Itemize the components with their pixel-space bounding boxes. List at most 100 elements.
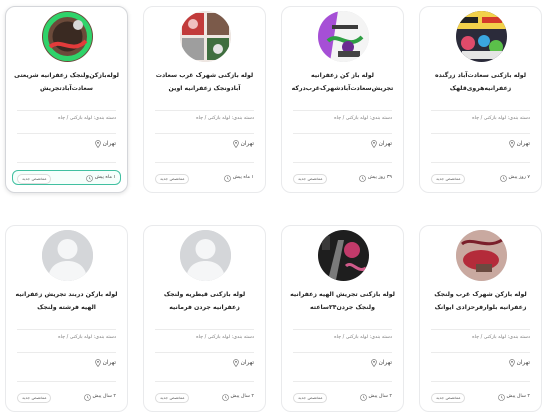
city-label: تهران: [240, 141, 254, 147]
new-specialist-badge: متخصص جدید: [17, 393, 52, 403]
provider-card[interactable]: لوله بازکن دربند تجریش زعفرانیه الهیه فر…: [5, 225, 128, 412]
provider-card[interactable]: لوله بازکنی سعادت‌آباد زرگنده زعفرانیه‌ه…: [419, 6, 542, 193]
divider: [293, 110, 392, 111]
city: تهران: [232, 359, 254, 367]
posted-time-label: ۲ سال پیش: [92, 394, 117, 399]
card-footer: متخصص جدید ۱ ماه پیش: [150, 170, 259, 185]
city-label: تهران: [516, 141, 530, 147]
provider-title[interactable]: لوله بازکن شهرک غرب ولنجک زعفرانیه بلوار…: [426, 288, 535, 324]
clock-icon: [83, 393, 91, 401]
divider: [293, 352, 392, 353]
divider: [431, 162, 530, 163]
card-footer: متخصص جدید ۱ ماه پیش: [12, 170, 121, 185]
provider-title[interactable]: لوله بازکنی شهرک غرب سعادت آبادونجک زعفر…: [150, 69, 259, 105]
location-pin-icon: [508, 140, 515, 148]
location-pin-icon: [232, 140, 239, 148]
city-label: تهران: [516, 360, 530, 366]
card-footer: متخصص جدید ۲ سال پیش: [426, 389, 535, 404]
city: تهران: [508, 359, 530, 367]
provider-title[interactable]: لوله بازکنی تجریش الهیه زعفرانیه ولنجک ج…: [288, 288, 397, 324]
new-specialist-badge: متخصص جدید: [293, 393, 328, 403]
provider-photo: [318, 230, 369, 281]
divider: [155, 352, 254, 353]
posted-time: ۲ سال پیش: [83, 393, 117, 401]
divider: [17, 329, 116, 330]
provider-photo: [42, 11, 93, 62]
clock-icon: [497, 393, 505, 401]
new-specialist-badge: متخصص جدید: [293, 174, 328, 184]
provider-title[interactable]: لوله بازکنی قیطریه ولنجک زعفرانیه جردن ف…: [150, 288, 259, 324]
clock-icon: [224, 174, 231, 182]
provider-card[interactable]: لوله بازکنی قیطریه ولنجک زعفرانیه جردن ف…: [143, 225, 266, 412]
location-pin-icon: [94, 359, 101, 367]
posted-time: ۲ سال پیش: [359, 393, 393, 401]
posted-time: ۲ سال پیش: [221, 393, 255, 401]
category-label: دسته بندی: لوله بازکنی / چاه: [58, 116, 116, 121]
posted-time: ۲ سال پیش: [497, 393, 531, 401]
provider-title[interactable]: لوله بازکنی سعادت‌آباد زرگنده زعفرانیه‌ه…: [426, 69, 535, 105]
provider-title[interactable]: لوله‌بازکن‌ولنجک زعفرانیه شریعتی سعادت‌آ…: [12, 69, 121, 105]
city-label: تهران: [102, 141, 116, 147]
city-label: تهران: [378, 141, 392, 147]
clock-icon: [359, 393, 367, 401]
provider-card[interactable]: لوله‌بازکن‌ولنجک زعفرانیه شریعتی سعادت‌آ…: [5, 6, 128, 193]
new-specialist-badge: متخصص جدید: [155, 393, 190, 403]
card-footer: متخصص جدید ۲ سال پیش: [12, 389, 121, 404]
posted-time-label: ۲ سال پیش: [506, 394, 531, 399]
posted-time-label: ۲ سال پیش: [368, 394, 393, 399]
city: تهران: [94, 359, 116, 367]
location-pin-icon: [94, 140, 101, 148]
provider-card[interactable]: لوله بازکنی شهرک غرب سعادت آبادونجک زعفر…: [143, 6, 266, 193]
default-user-icon: [42, 230, 93, 281]
category-label: دسته بندی: لوله بازکنی / چاه: [472, 116, 530, 121]
location-pin-icon: [508, 359, 515, 367]
divider: [155, 381, 254, 382]
provider-card[interactable]: لوله بازکن شهرک غرب ولنجک زعفرانیه بلوار…: [419, 225, 542, 412]
provider-photo: [42, 230, 93, 281]
clock-icon: [221, 393, 229, 401]
divider: [293, 381, 392, 382]
provider-photo: [456, 230, 507, 281]
posted-time-label: ۲ سال پیش: [230, 394, 255, 399]
clock-icon: [86, 174, 93, 182]
divider: [17, 352, 116, 353]
divider: [155, 329, 254, 330]
posted-time-label: ۳۹ روز پیش: [367, 175, 392, 180]
divider: [431, 381, 530, 382]
category-label: دسته بندی: لوله بازکنی / چاه: [334, 116, 392, 121]
provider-card[interactable]: لوله باز کن زعفرانیه تجریش‌سعادت‌آباد‌شه…: [281, 6, 404, 193]
city: تهران: [232, 140, 254, 148]
location-pin-icon: [232, 359, 239, 367]
default-user-icon: [180, 230, 231, 281]
posted-time: ۱ ماه پیش: [224, 174, 254, 182]
provider-title[interactable]: لوله بازکن دربند تجریش زعفرانیه الهیه فر…: [12, 288, 121, 324]
city-label: تهران: [240, 360, 254, 366]
clock-icon: [499, 174, 507, 182]
provider-photo: [456, 11, 507, 62]
divider: [17, 381, 116, 382]
divider: [431, 329, 530, 330]
provider-card[interactable]: لوله بازکنی تجریش الهیه زعفرانیه ولنجک ج…: [281, 225, 404, 412]
city: تهران: [508, 140, 530, 148]
posted-time-label: ۱ ماه پیش: [94, 175, 116, 180]
category-label: دسته بندی: لوله بازکنی / چاه: [196, 116, 254, 121]
provider-photo: [180, 230, 231, 281]
city-label: تهران: [102, 360, 116, 366]
posted-time-label: ۱ ماه پیش: [232, 175, 254, 180]
divider: [17, 162, 116, 163]
new-specialist-badge: متخصص جدید: [431, 393, 466, 403]
divider: [155, 110, 254, 111]
divider: [431, 110, 530, 111]
category-label: دسته بندی: لوله بازکنی / چاه: [58, 335, 116, 340]
city-label: تهران: [378, 360, 392, 366]
provider-title[interactable]: لوله باز کن زعفرانیه تجریش‌سعادت‌آباد‌شه…: [288, 69, 397, 105]
posted-time: ۱ ماه پیش: [86, 174, 116, 182]
divider: [293, 162, 392, 163]
location-pin-icon: [370, 359, 377, 367]
posted-time: ۷ روز پیش: [499, 174, 530, 182]
card-footer: متخصص جدید ۳۹ روز پیش: [288, 170, 397, 185]
divider: [17, 133, 116, 134]
new-specialist-badge: متخصص جدید: [431, 174, 466, 184]
divider: [293, 133, 392, 134]
divider: [155, 162, 254, 163]
